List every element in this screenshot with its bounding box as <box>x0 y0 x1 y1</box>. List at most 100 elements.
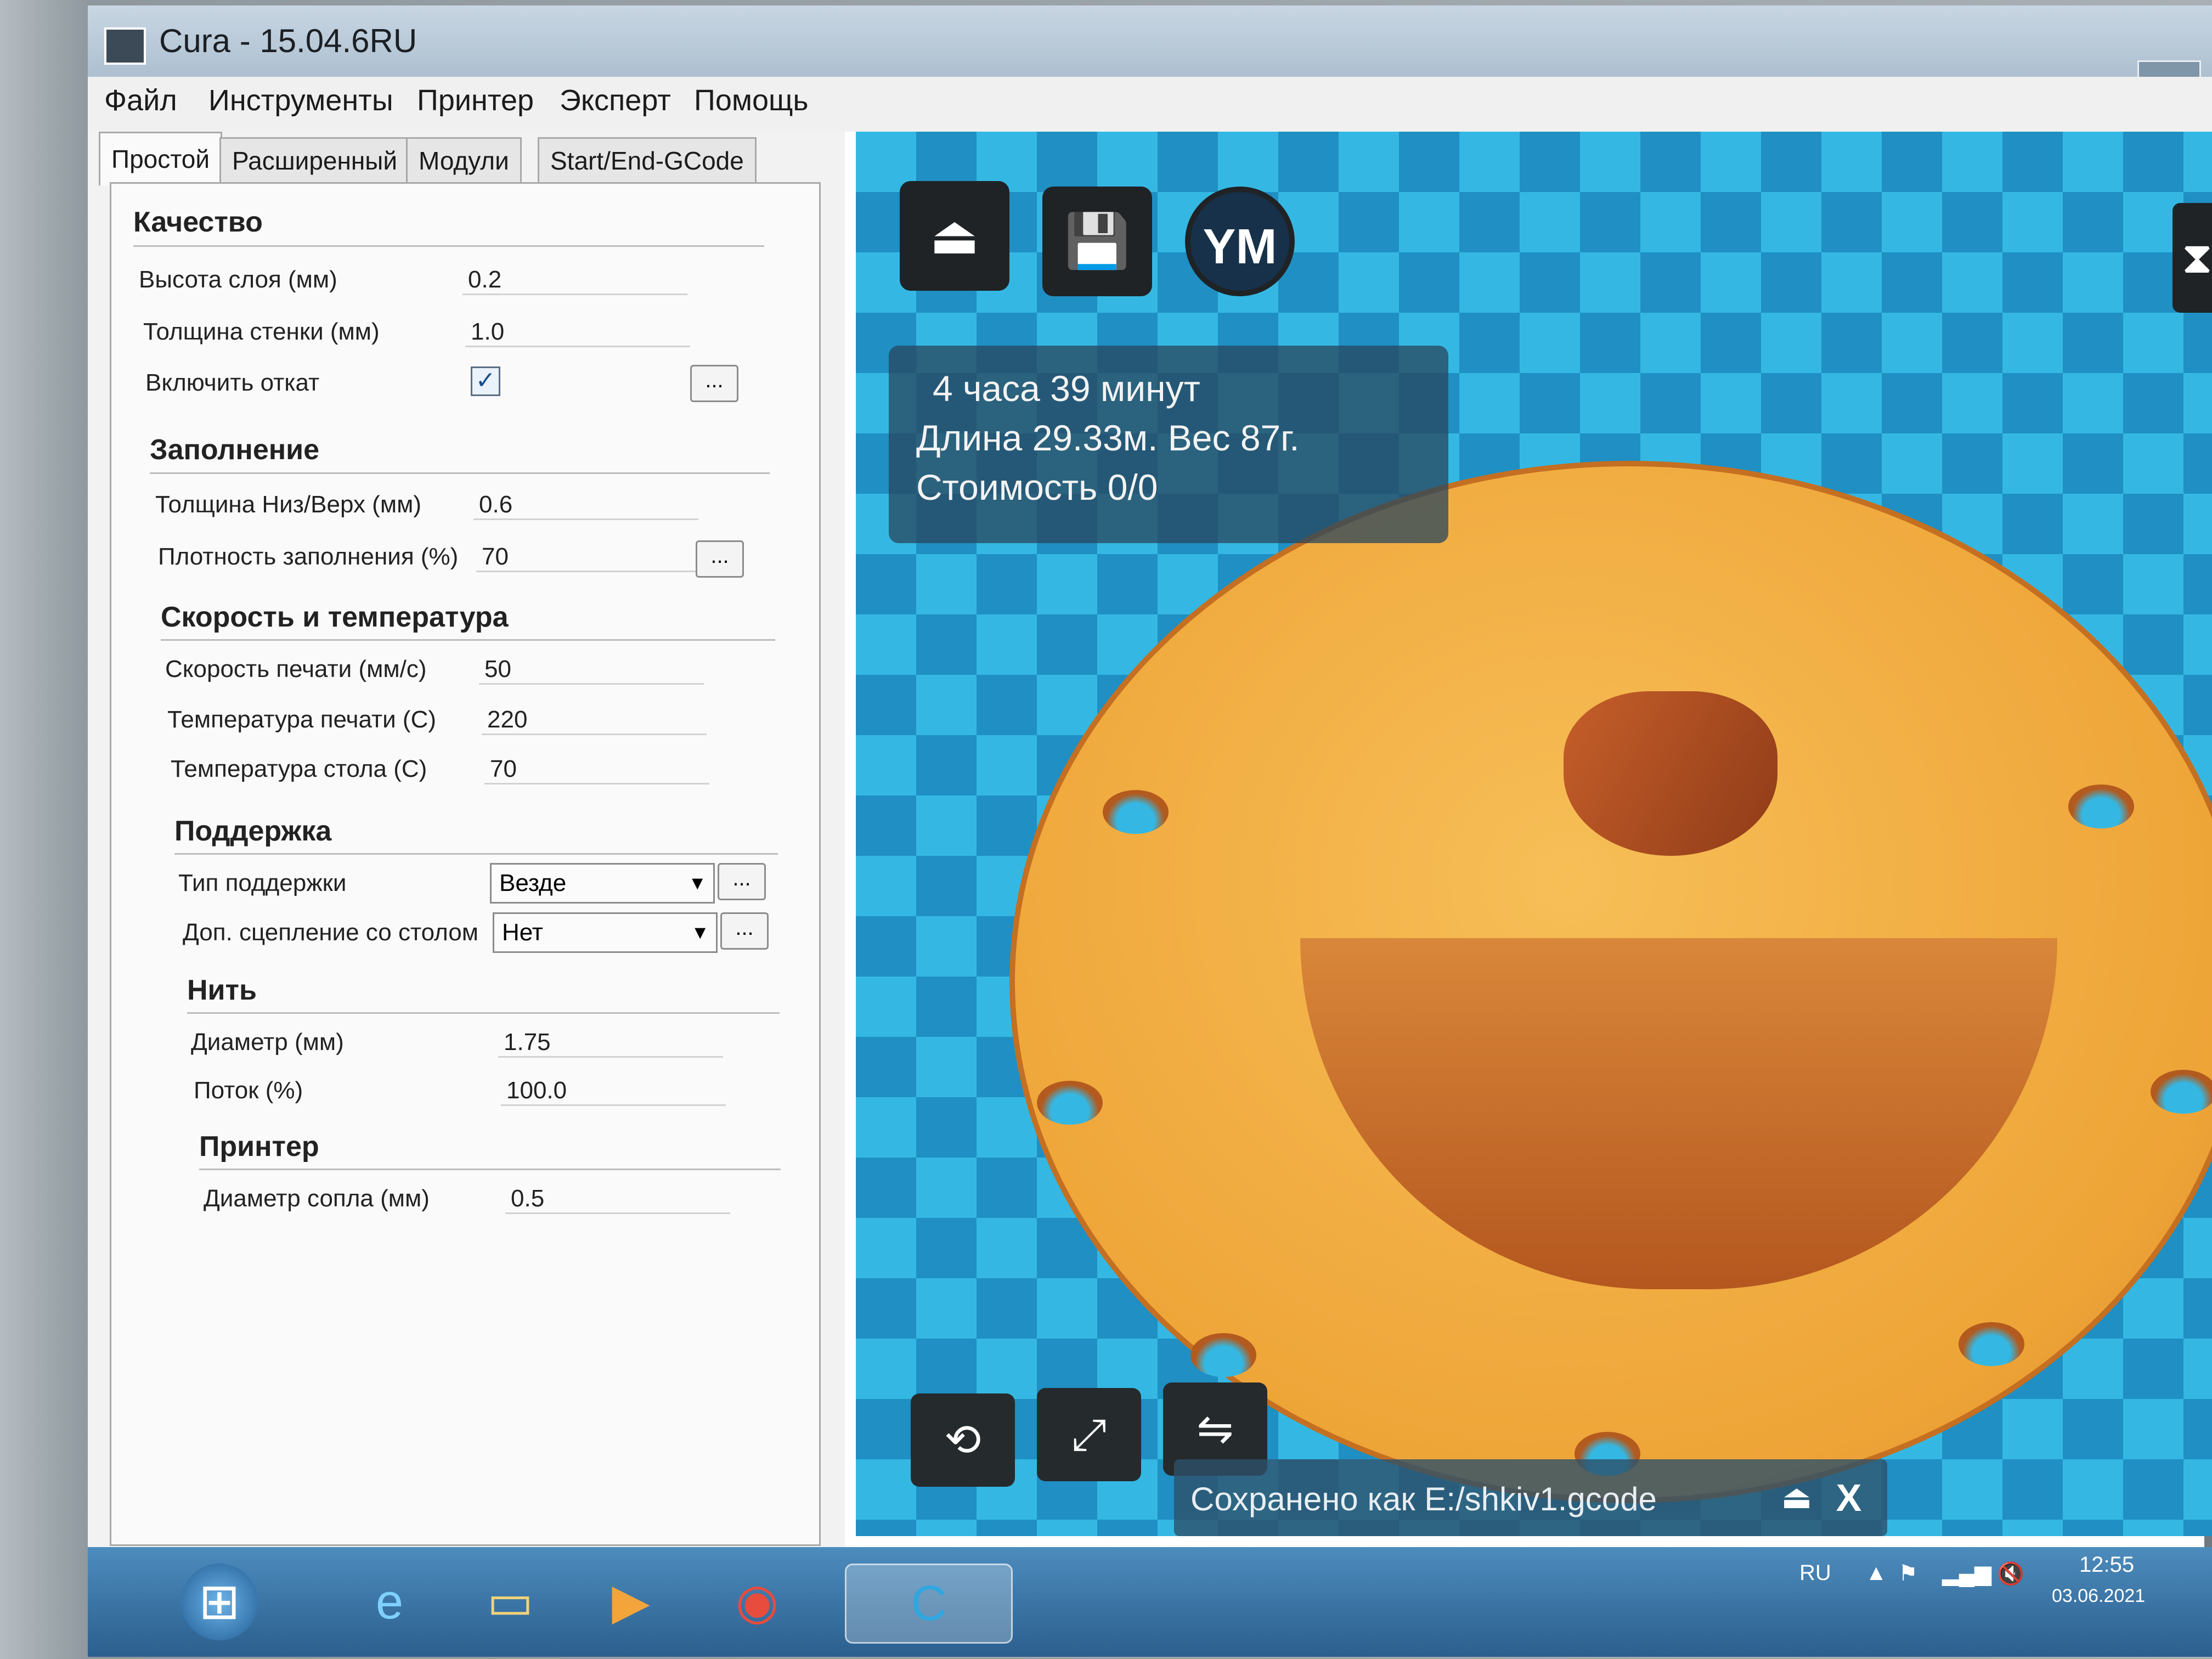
taskbar-internet-explorer[interactable]: e <box>351 1564 428 1640</box>
settings-panel: Простой Расширенный Модули Start/End-GCo… <box>88 132 845 1558</box>
adhesion-label: Доп. сцепление со столом <box>183 919 478 946</box>
support-type-value: Везде <box>499 870 567 896</box>
retraction-more-button[interactable]: ... <box>690 365 738 402</box>
view-mode-icon: ⧗ <box>2181 233 2212 282</box>
print-temperature-input[interactable]: 220 <box>482 706 707 735</box>
settings-form: Качество Высота слоя (мм) 0.2 Толщина ст… <box>110 182 821 1546</box>
taskbar-chrome[interactable]: ◉ <box>719 1564 795 1640</box>
filament-diameter-input[interactable]: 1.75 <box>498 1029 723 1058</box>
language-indicator[interactable]: RU <box>1799 1561 1831 1585</box>
flow-label: Поток (%) <box>194 1077 303 1104</box>
tab-start-end-gcode[interactable]: Start/End-GCode <box>538 137 757 183</box>
save-gcode-button[interactable]: 💾 <box>1042 187 1152 296</box>
retraction-checkbox[interactable]: ✓ <box>471 366 500 396</box>
start-button[interactable]: ⊞ <box>181 1564 258 1640</box>
taskbar-media-player[interactable]: ▶ <box>592 1564 669 1640</box>
menu-bar: Файл Инструменты Принтер Эксперт Помощь <box>88 77 2212 132</box>
pulley-model[interactable] <box>1009 461 2212 1503</box>
retraction-label: Включить откат <box>145 369 320 396</box>
action-center-flag-icon[interactable]: ⚑ <box>1898 1561 1918 1586</box>
folder-icon: ▭ <box>487 1575 534 1629</box>
menu-file[interactable]: Файл <box>104 83 177 117</box>
section-divider <box>199 1169 781 1170</box>
taskbar-cura[interactable]: C <box>845 1564 1013 1644</box>
menu-expert[interactable]: Эксперт <box>560 83 671 117</box>
settings-tabs: Простой Расширенный Модули Start/End-GCo… <box>99 132 828 185</box>
bed-temperature-input[interactable]: 70 <box>484 755 709 785</box>
section-quality-title: Качество <box>133 206 263 238</box>
support-type-select[interactable]: Везде ▼ <box>490 863 715 904</box>
cura-window: Cura - 15.04.6RU – Файл Инструменты Прин… <box>88 5 2212 1624</box>
model-hole <box>1959 1322 2024 1366</box>
media-player-icon: ▶ <box>612 1575 650 1629</box>
model-hole <box>1103 790 1169 834</box>
model-center-hole <box>1564 691 1778 856</box>
eject-icon[interactable]: ⏏ <box>1778 1478 1816 1516</box>
windows-taskbar: ⊞ e ▭ ▶ ◉ C RU ▲ ⚑ ▂▄▆ 🔇 12:55 03.06.202… <box>88 1547 2212 1657</box>
tab-plugins[interactable]: Модули <box>406 137 522 183</box>
tray-expand-icon[interactable]: ▲ <box>1865 1561 1887 1585</box>
cura-icon: C <box>911 1576 947 1631</box>
fill-more-button[interactable]: ... <box>696 540 744 578</box>
menu-printer[interactable]: Принтер <box>417 83 534 117</box>
print-speed-label: Скорость печати (мм/с) <box>165 656 427 682</box>
tab-advanced[interactable]: Расширенный <box>219 137 410 183</box>
layer-height-label: Высота слоя (мм) <box>139 266 337 293</box>
section-printer-title: Принтер <box>199 1131 319 1163</box>
section-divider <box>133 245 764 247</box>
fill-density-label: Плотность заполнения (%) <box>158 543 459 570</box>
load-model-button[interactable]: ⏏ <box>900 181 1009 291</box>
model-pocket <box>1300 938 2057 1289</box>
rotate-button[interactable]: ⟲ <box>911 1393 1015 1487</box>
section-divider <box>187 1012 780 1014</box>
save-notification: Сохранено как E:/shkiv1.gcode ⏏ X <box>1174 1459 1887 1536</box>
model-hole <box>1190 1333 1256 1377</box>
fill-density-input[interactable]: 70 <box>476 543 701 572</box>
model-hole <box>1037 1081 1103 1125</box>
wall-thickness-label: Толщина стенки (мм) <box>143 318 380 345</box>
save-notification-text: Сохранено как E:/shkiv1.gcode <box>1190 1481 1657 1517</box>
print-temperature-label: Температура печати (C) <box>167 706 437 733</box>
bottom-top-thickness-label: Толщина Низ/Верх (мм) <box>155 491 421 518</box>
filament-diameter-label: Диаметр (мм) <box>191 1029 344 1056</box>
taskbar-explorer[interactable]: ▭ <box>472 1564 549 1640</box>
menu-help[interactable]: Помощь <box>694 83 809 117</box>
volume-muted-icon[interactable]: 🔇 <box>1997 1561 2024 1587</box>
title-bar: Cura - 15.04.6RU – <box>88 5 2212 97</box>
view-mode-button[interactable]: ⧗ <box>2172 203 2212 313</box>
section-filament-title: Нить <box>187 974 257 1006</box>
chrome-icon: ◉ <box>735 1575 779 1629</box>
section-fill-title: Заполнение <box>150 434 320 466</box>
rotate-icon: ⟲ <box>944 1415 981 1464</box>
adhesion-more-button[interactable]: ... <box>720 912 769 950</box>
wall-thickness-input[interactable]: 1.0 <box>465 318 690 347</box>
support-more-button[interactable]: ... <box>718 863 766 900</box>
tab-simple[interactable]: Простой <box>99 132 223 185</box>
load-model-icon: ⏏ <box>929 206 980 265</box>
print-cost: Стоимость 0/0 <box>916 467 1158 507</box>
section-support-title: Поддержка <box>174 815 332 847</box>
scale-button[interactable]: ⤢ <box>1037 1388 1141 1481</box>
cura-app-icon <box>104 27 146 65</box>
model-hole <box>2068 785 2134 828</box>
floppy-disk-icon: 💾 <box>1064 212 1130 270</box>
network-icon[interactable]: ▂▄▆ <box>1942 1561 1991 1586</box>
layer-height-input[interactable]: 0.2 <box>462 266 687 295</box>
flow-input[interactable]: 100.0 <box>501 1077 726 1106</box>
model-hole <box>2151 1070 2212 1114</box>
window-title: Cura - 15.04.6RU <box>159 22 417 59</box>
bed-temperature-label: Температура стола (C) <box>171 755 427 782</box>
clock-time[interactable]: 12:55 <box>2079 1553 2134 1577</box>
nozzle-diameter-input[interactable]: 0.5 <box>505 1185 730 1214</box>
section-divider <box>150 472 770 474</box>
adhesion-select[interactable]: Нет ▼ <box>493 912 718 953</box>
print-speed-input[interactable]: 50 <box>479 656 704 685</box>
menu-tools[interactable]: Инструменты <box>208 83 393 117</box>
dropdown-arrow-icon: ▼ <box>688 873 707 894</box>
3d-viewport[interactable]: ⏏ 💾 YM ⧗ 4 часа 39 минут Длина 29.33м. В… <box>856 132 2212 1536</box>
close-icon[interactable]: X <box>1827 1476 1871 1520</box>
bottom-top-thickness-input[interactable]: 0.6 <box>473 491 698 520</box>
ym-button[interactable]: YM <box>1185 187 1295 296</box>
clock-date[interactable]: 03.06.2021 <box>2052 1585 2145 1607</box>
nozzle-diameter-label: Диаметр сопла (мм) <box>204 1185 430 1212</box>
